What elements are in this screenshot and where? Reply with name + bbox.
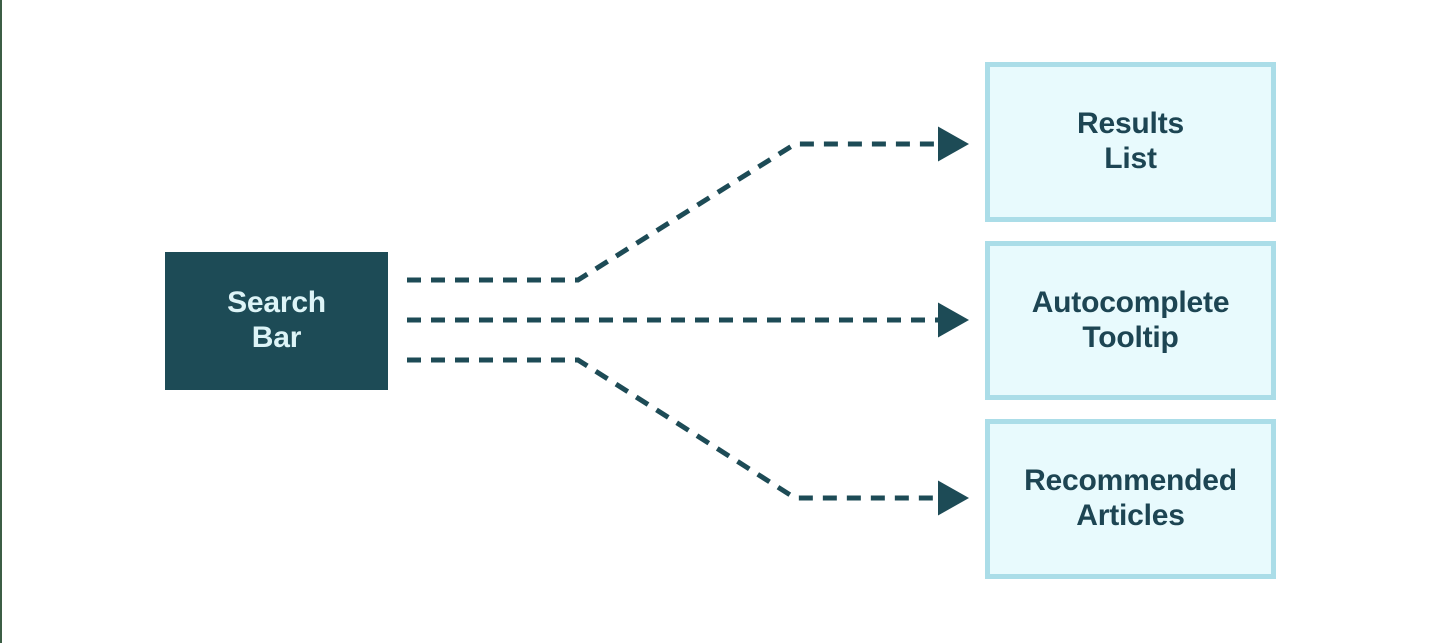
node-recommended-articles-label: Recommended Articles (1024, 464, 1237, 532)
node-recommended-articles[interactable]: Recommended Articles (985, 419, 1276, 579)
connector-to-recommended-articles (407, 357, 969, 516)
node-autocomplete-tooltip-label: Autocomplete Tooltip (1031, 285, 1230, 354)
diagram-canvas: Search Bar Results List Autocomplete Too… (0, 0, 1440, 643)
node-results-list[interactable]: Results List (985, 62, 1276, 222)
node-autocomplete-tooltip[interactable]: Autocomplete Tooltip (985, 241, 1276, 400)
node-search-bar[interactable]: Search Bar (165, 252, 388, 390)
connector-to-results-list (407, 126, 969, 283)
node-results-list-label: Results List (1077, 107, 1184, 175)
node-search-bar-label: Search Bar (227, 286, 326, 354)
